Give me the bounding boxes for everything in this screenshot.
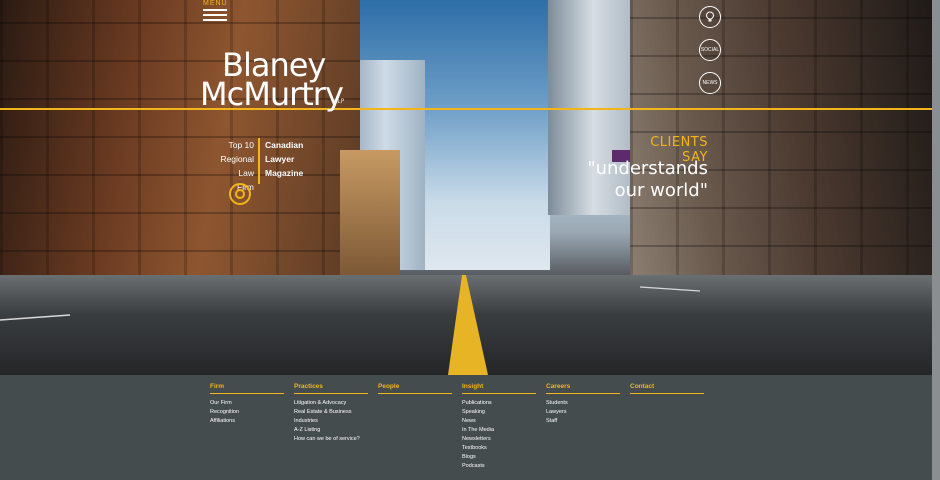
footer-column-careers: Careers Students Lawyers Staff	[546, 383, 620, 426]
footer-link[interactable]: Newsletters	[462, 435, 536, 444]
footer-column-people: People	[378, 383, 452, 394]
footer-column-practices: Practices Litigation & Advocacy Real Est…	[294, 383, 368, 444]
page: MENU Blaney McMurtry LLP Top 10 Regional…	[0, 0, 940, 480]
distant-building	[340, 150, 400, 280]
award-left-line: Regional	[220, 154, 254, 164]
footer-link[interactable]: Recognition	[210, 408, 284, 417]
footer-link[interactable]: Students	[546, 399, 620, 408]
footer-heading-practices[interactable]: Practices	[294, 383, 368, 394]
footer-link[interactable]: Speaking	[462, 408, 536, 417]
footer-link[interactable]: Podcasts	[462, 462, 536, 471]
footer-link[interactable]: Blogs	[462, 453, 536, 462]
footer-link[interactable]: News	[462, 417, 536, 426]
site-logo[interactable]: Blaney McMurtry LLP	[200, 49, 345, 113]
news-label: NEWS	[702, 80, 718, 86]
footer-heading-contact[interactable]: Contact	[630, 383, 704, 394]
footer-link[interactable]: Real Estate & Business	[294, 408, 368, 417]
award-right-line: Lawyer	[265, 154, 295, 164]
footer-link[interactable]: Publications	[462, 399, 536, 408]
footer-column-firm: Firm Our Firm Recognition Affiliations	[210, 383, 284, 426]
award-divider	[258, 138, 260, 184]
scrollbar[interactable]	[932, 0, 940, 480]
footer-link[interactable]: Lawyers	[546, 408, 620, 417]
footer-link[interactable]: Industries	[294, 417, 368, 426]
award-left-line: Top 10	[228, 140, 254, 150]
social-icon[interactable]: SOCIAL	[699, 39, 721, 61]
footer-link[interactable]: In The Media	[462, 426, 536, 435]
target-icon[interactable]	[229, 183, 251, 205]
menu-label[interactable]: MENU	[203, 0, 228, 7]
award-right-line: Magazine	[265, 168, 304, 178]
social-label: SOCIAL	[700, 47, 720, 53]
testimonial-quote: "understands our world"	[560, 158, 708, 202]
quote-line-1: "understands	[587, 158, 708, 179]
accent-line	[0, 108, 932, 110]
footer-column-insight: Insight Publications Speaking News In Th…	[462, 383, 536, 471]
logo-suffix: LLP	[334, 98, 345, 105]
footer-link[interactable]: Textbooks	[462, 444, 536, 453]
footer-link[interactable]: Affiliations	[210, 417, 284, 426]
footer-heading-careers[interactable]: Careers	[546, 383, 620, 394]
footer-heading-firm[interactable]: Firm	[210, 383, 284, 394]
footer-heading-people[interactable]: People	[378, 383, 452, 394]
award-right-line: Canadian	[265, 140, 304, 150]
news-icon[interactable]: NEWS	[699, 72, 721, 94]
hero-image: MENU Blaney McMurtry LLP Top 10 Regional…	[0, 0, 932, 375]
logo-line-2: McMurtry	[200, 75, 344, 113]
street	[0, 275, 932, 375]
footer-link[interactable]: Staff	[546, 417, 620, 426]
footer-column-contact: Contact	[630, 383, 704, 394]
footer-link[interactable]: A-Z Listing	[294, 426, 368, 435]
award-right-text: Canadian Lawyer Magazine	[265, 138, 303, 180]
hamburger-menu-icon[interactable]	[203, 9, 227, 21]
footer-heading-insight[interactable]: Insight	[462, 383, 536, 394]
site-footer: Firm Our Firm Recognition Affiliations P…	[0, 375, 932, 480]
left-buildings	[0, 0, 360, 290]
lightbulb-icon[interactable]	[699, 6, 721, 28]
road-markings	[0, 275, 701, 375]
footer-link[interactable]: Litigation & Advocacy	[294, 399, 368, 408]
quote-line-2: our world"	[614, 180, 708, 201]
footer-link[interactable]: Our Firm	[210, 399, 284, 408]
footer-link[interactable]: How can we be of service?	[294, 435, 368, 444]
